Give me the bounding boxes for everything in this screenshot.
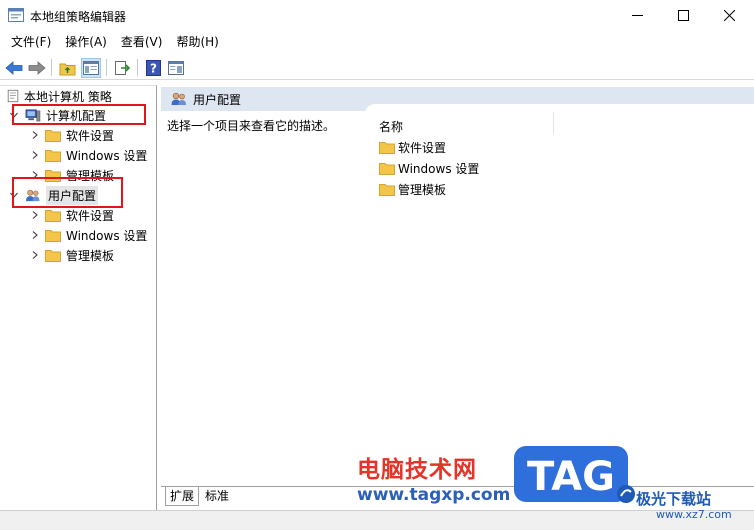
highlight-box-user-config (12, 177, 123, 208)
help-icon: ? (145, 60, 161, 76)
tree-item-user-admin-templates[interactable]: 管理模板 (30, 245, 114, 265)
watermark-aurora-icon (617, 485, 635, 503)
close-button[interactable] (706, 0, 752, 31)
menu-bar: 文件(F) 操作(A) 查看(V) 帮助(H) (0, 31, 754, 53)
chevron-right-icon[interactable] (30, 250, 40, 260)
chevron-right-icon[interactable] (30, 210, 40, 220)
help-button[interactable]: ? (143, 58, 163, 78)
list-item-windows[interactable]: Windows 设置 (379, 159, 479, 177)
description-text: 选择一个项目来查看它的描述。 (167, 119, 336, 133)
watermark-site-name: 电脑技术网 (357, 457, 477, 483)
menu-help[interactable]: 帮助(H) (169, 31, 225, 53)
list-item-label: Windows 设置 (398, 161, 480, 176)
export-list-button[interactable] (112, 58, 132, 78)
tab-extended[interactable]: 扩展 (165, 487, 200, 506)
tree-item-label: Windows 设置 (66, 148, 148, 163)
details-pane: 用户配置 选择一个项目来查看它的描述。 名称 软件设置 Windows 设置 管… (161, 87, 754, 510)
item-list: 名称 软件设置 Windows 设置 管理模板 (365, 104, 754, 481)
tab-standard[interactable]: 标准 (201, 487, 233, 506)
folder-icon (45, 249, 61, 262)
tree-item-computer-windows[interactable]: Windows 设置 (30, 145, 147, 165)
column-separator[interactable] (553, 112, 554, 134)
forward-button[interactable] (27, 58, 47, 78)
watermark-download-site: 极光下载站 (636, 490, 712, 508)
folder-icon (379, 141, 395, 154)
status-bar (0, 510, 754, 530)
watermark-tag-text: TAG (527, 454, 615, 500)
action-pane-icon (168, 61, 184, 75)
menu-action[interactable]: 操作(A) (58, 31, 114, 53)
up-folder-button[interactable] (57, 58, 77, 78)
back-arrow-icon (5, 61, 23, 75)
chevron-right-icon[interactable] (30, 130, 40, 140)
tree-item-label: 管理模板 (66, 248, 115, 263)
minimize-button[interactable] (614, 0, 660, 31)
policy-editor-icon (8, 8, 24, 22)
back-button[interactable] (4, 58, 24, 78)
folder-icon (45, 209, 61, 222)
chevron-right-icon[interactable] (30, 230, 40, 240)
svg-text:?: ? (150, 62, 157, 76)
tree-item-user-software[interactable]: 软件设置 (30, 205, 114, 225)
tree-item-label: 软件设置 (66, 208, 115, 223)
watermark-download-url: www.xz7.com (656, 508, 732, 521)
watermark-tag-logo: TAG (514, 446, 628, 502)
list-item-label: 软件设置 (398, 140, 447, 155)
folder-up-icon (59, 63, 75, 75)
maximize-icon (677, 10, 689, 21)
tree-item-computer-software[interactable]: 软件设置 (30, 125, 114, 145)
policy-document-icon (7, 89, 19, 103)
tree-item-label: 软件设置 (66, 128, 115, 143)
export-icon (114, 61, 130, 75)
highlight-box-computer-config (12, 104, 146, 125)
watermark-site-url: www.tagxp.com (357, 485, 511, 505)
menu-file[interactable]: 文件(F) (4, 31, 58, 53)
toolbar-separator (106, 59, 107, 76)
tree-item-label: 本地计算机 策略 (24, 89, 112, 104)
tree-item-user-windows[interactable]: Windows 设置 (30, 225, 147, 245)
console-tree: 本地计算机 策略 计算机配置 软件设置 Windows 设置 管理模板 用户配置… (0, 85, 157, 510)
toolbar-separator (137, 59, 138, 76)
folder-icon (45, 229, 61, 242)
folder-icon (379, 162, 395, 175)
chevron-right-icon[interactable] (30, 150, 40, 160)
users-icon (171, 92, 186, 105)
show-hide-action-pane-button[interactable] (166, 58, 186, 78)
list-item-admin-templates[interactable]: 管理模板 (379, 180, 446, 198)
toolbar: ? (0, 55, 754, 80)
minimize-icon (631, 15, 643, 16)
menu-view[interactable]: 查看(V) (114, 31, 170, 53)
column-header-name[interactable]: 名称 (379, 118, 403, 135)
list-item-software[interactable]: 软件设置 (379, 138, 446, 156)
title-bar: 本地组策略编辑器 (0, 0, 754, 31)
toolbar-separator (51, 59, 52, 76)
details-header-title: 用户配置 (193, 92, 242, 107)
console-tree-icon (83, 61, 99, 75)
description-panel: 选择一个项目来查看它的描述。 (161, 111, 365, 481)
tree-item-root[interactable]: 本地计算机 策略 (6, 86, 112, 106)
forward-arrow-icon (28, 61, 46, 75)
maximize-button[interactable] (660, 0, 706, 31)
close-icon (723, 10, 735, 21)
show-hide-tree-button[interactable] (81, 58, 101, 78)
tree-item-label: Windows 设置 (66, 228, 148, 243)
list-item-label: 管理模板 (398, 182, 447, 197)
folder-icon (379, 183, 395, 196)
window-title: 本地组策略编辑器 (30, 10, 127, 24)
folder-icon (45, 149, 61, 162)
folder-icon (45, 129, 61, 142)
